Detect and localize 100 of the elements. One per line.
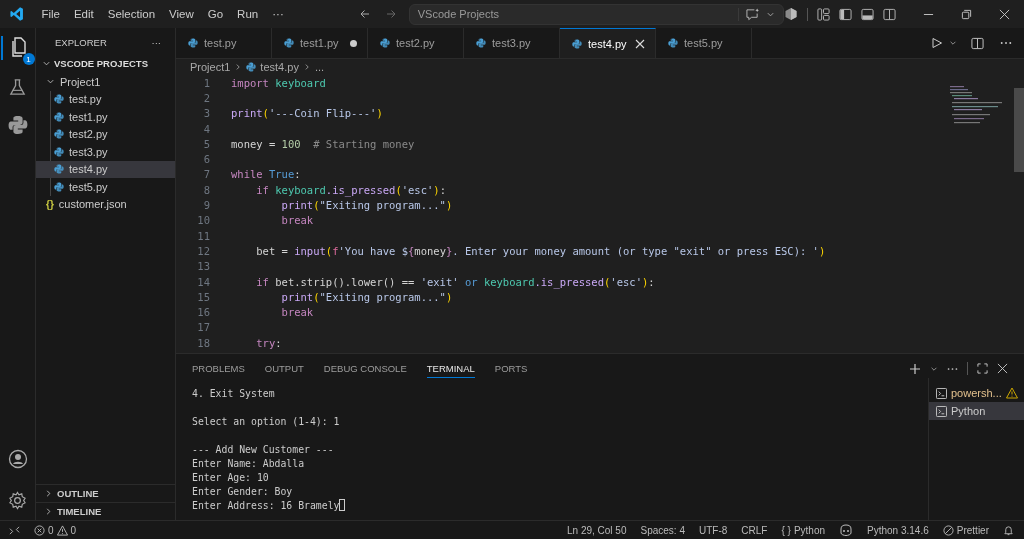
panel-tab[interactable]: PORTS xyxy=(494,359,528,378)
explorer-title: EXPLORER xyxy=(55,37,107,48)
maximize-icon[interactable] xyxy=(977,363,988,374)
tree-file[interactable]: test2.py xyxy=(36,125,175,143)
line-number: 13 xyxy=(196,260,210,273)
copilot-icon[interactable] xyxy=(839,524,854,536)
scrollbar-thumb[interactable] xyxy=(1014,88,1024,172)
chat-sparkle-icon[interactable] xyxy=(738,7,760,21)
accounts-icon[interactable] xyxy=(784,7,798,21)
restore-icon[interactable] xyxy=(961,8,972,20)
line-number: 16 xyxy=(196,306,210,319)
status-item[interactable]: CRLF xyxy=(741,524,768,536)
forward-arrow-icon[interactable] xyxy=(384,8,397,20)
toggle-sidebar-icon[interactable] xyxy=(839,7,852,21)
workspace-header[interactable]: VSCODE PROJECTS xyxy=(36,54,175,73)
back-arrow-icon[interactable] xyxy=(358,8,371,20)
more-icon[interactable] xyxy=(947,366,958,371)
tree-file[interactable]: {} customer.json xyxy=(36,195,175,213)
toggle-panel-icon[interactable] xyxy=(861,7,874,21)
python-file-icon xyxy=(380,38,390,48)
tree-file[interactable]: test3.py xyxy=(36,143,175,161)
menu-item[interactable]: Selection xyxy=(100,8,163,20)
code-line: try: xyxy=(255,336,282,349)
python-file-icon xyxy=(54,111,64,122)
terminal-line: --- Add New Customer --- xyxy=(192,443,334,455)
code-line: bet = input(f'You have ${money}. Enter your money amount (or type "exit" or press ESC): ') xyxy=(255,244,826,257)
close-icon[interactable] xyxy=(999,8,1010,20)
line-number: 2 xyxy=(202,91,210,104)
settings-icon[interactable] xyxy=(8,491,27,510)
code-line: print("Exiting program...") xyxy=(280,290,453,303)
breadcrumb-item[interactable]: Project1 xyxy=(190,60,231,73)
status-item[interactable]: UTF-8 xyxy=(698,524,728,536)
code-line: if bet.strip().lower() == 'exit' or keyboard.is_pressed('esc'): xyxy=(255,275,655,288)
code-line: print('---Coin Flip---') xyxy=(231,107,383,120)
remote-icon[interactable] xyxy=(9,524,20,536)
terminal-line: Select an option (1-4): 1 xyxy=(192,415,340,427)
breadcrumb-item[interactable]: ... xyxy=(314,60,325,73)
terminal-item[interactable]: powersh... xyxy=(929,384,1024,402)
tree-file[interactable]: test.py xyxy=(36,90,175,108)
search-field[interactable]: VScode Projects xyxy=(408,3,784,25)
code-line: break xyxy=(280,214,314,227)
status-item[interactable]: Ln 29, Col 50 xyxy=(567,524,627,536)
status-item[interactable]: Spaces: 4 xyxy=(640,524,685,536)
menu-item[interactable]: Run xyxy=(230,8,266,20)
panel-tab[interactable]: TERMINAL xyxy=(426,359,475,378)
line-number: 11 xyxy=(196,229,210,242)
more-actions-button[interactable]: ··· xyxy=(151,37,161,48)
chevron-down-icon[interactable] xyxy=(949,39,957,47)
tree-file[interactable]: test5.py xyxy=(36,178,175,196)
panel-tab[interactable]: OUTPUT xyxy=(264,359,304,378)
tree-folder[interactable]: Project1 xyxy=(36,73,175,91)
python-file-icon xyxy=(54,181,64,192)
flask-icon[interactable] xyxy=(8,78,27,97)
python-file-icon xyxy=(668,38,678,48)
braces-icon: { } xyxy=(781,524,791,536)
code-line: import keyboard xyxy=(231,76,326,89)
split-layout-icon[interactable] xyxy=(883,7,896,21)
notification-badge: 1 xyxy=(22,53,35,65)
prettier-status[interactable]: Prettier xyxy=(942,524,989,536)
split-editor-icon[interactable] xyxy=(971,36,984,50)
menu-item[interactable]: Edit xyxy=(66,8,101,20)
breadcrumb-item[interactable]: test4.py xyxy=(260,60,299,73)
menu-item[interactable]: Go xyxy=(200,8,231,20)
terminal-icon xyxy=(936,387,947,399)
section-header[interactable]: OUTLINE xyxy=(36,484,175,502)
warning-icon xyxy=(1005,387,1018,399)
menu-item[interactable]: File xyxy=(34,8,67,20)
python-file-icon xyxy=(246,61,257,72)
language-status[interactable]: { } Python xyxy=(781,524,826,536)
menu-item[interactable]: ··· xyxy=(265,8,291,20)
editor-tab[interactable]: test4.py xyxy=(560,28,656,58)
run-icon[interactable] xyxy=(931,37,943,49)
line-number: 5 xyxy=(202,137,210,150)
chevron-right-icon xyxy=(234,62,243,71)
panel-tab[interactable]: PROBLEMS xyxy=(192,359,245,378)
close-icon[interactable] xyxy=(997,363,1008,374)
line-number: 9 xyxy=(202,199,210,211)
blocked-icon xyxy=(942,524,954,536)
tree-file[interactable]: test1.py xyxy=(36,108,175,126)
line-number: 18 xyxy=(196,336,210,349)
terminal-icon xyxy=(936,405,947,417)
problems-status[interactable]: 0 0 xyxy=(34,524,77,536)
code-line: break xyxy=(280,306,314,319)
terminal-line: Enter Name: Abdalla xyxy=(192,457,305,469)
status-item[interactable]: Python 3.14.6 xyxy=(867,524,929,536)
plus-icon[interactable] xyxy=(909,362,921,375)
more-icon[interactable] xyxy=(1000,41,1012,45)
panel-tab[interactable]: DEBUG CONSOLE xyxy=(323,359,407,378)
close-icon[interactable] xyxy=(635,38,645,49)
terminal-line: Enter Address: 16 Bramely xyxy=(192,499,340,511)
json-file-icon: {} xyxy=(46,198,54,210)
line-number: 10 xyxy=(196,214,210,227)
warning-icon xyxy=(56,524,68,536)
tree-file[interactable]: test4.py xyxy=(36,160,175,178)
python-icon[interactable] xyxy=(7,115,28,135)
bell-icon[interactable] xyxy=(1003,524,1014,536)
layout-icon[interactable] xyxy=(817,7,830,21)
menu-item[interactable]: View xyxy=(162,8,201,20)
account-icon[interactable] xyxy=(7,449,28,469)
terminal-item[interactable]: Python xyxy=(929,402,1024,420)
